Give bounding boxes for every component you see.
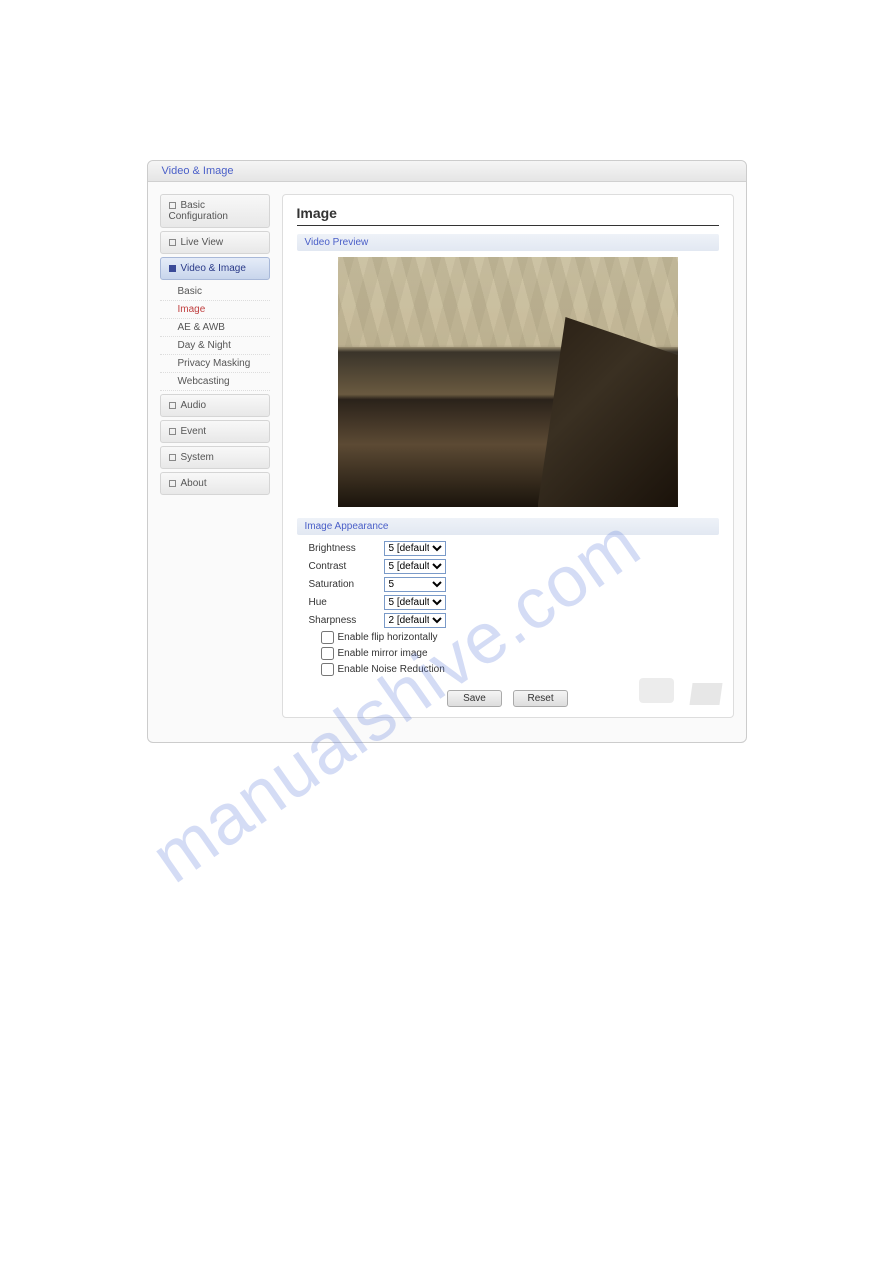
section-video-preview: Video Preview — [297, 234, 719, 251]
sub-item-webcasting[interactable]: Webcasting — [160, 373, 270, 391]
bullet-icon — [169, 265, 176, 272]
select-contrast[interactable]: 5 [default] — [384, 559, 446, 574]
sidebar-item-live-view[interactable]: Live View — [160, 231, 270, 254]
bullet-icon — [169, 239, 176, 246]
check-flip[interactable] — [321, 631, 334, 644]
bullet-icon — [169, 428, 176, 435]
sub-item-basic[interactable]: Basic — [160, 283, 270, 301]
save-button[interactable]: Save — [447, 690, 502, 707]
label-sharpness: Sharpness — [309, 615, 384, 626]
preview-container — [297, 257, 719, 510]
section-image-appearance: Image Appearance — [297, 518, 719, 535]
sidebar-item-label: About — [181, 478, 207, 489]
label-hue: Hue — [309, 597, 384, 608]
video-preview-image — [338, 257, 678, 507]
layout: Basic Configuration Live View Video & Im… — [148, 182, 746, 730]
sidebar-item-label: Live View — [181, 237, 224, 248]
sidebar-item-label: Basic Configuration — [169, 200, 228, 222]
sidebar-item-about[interactable]: About — [160, 472, 270, 495]
check-noise-label: Enable Noise Reduction — [338, 664, 445, 675]
decorative-graphic — [629, 653, 729, 713]
select-saturation[interactable]: 5 — [384, 577, 446, 592]
select-hue[interactable]: 5 [default] — [384, 595, 446, 610]
sidebar-item-label: Audio — [181, 400, 207, 411]
bullet-icon — [169, 402, 176, 409]
row-sharpness: Sharpness 2 [default] — [309, 613, 719, 628]
sidebar-item-label: Video & Image — [181, 263, 246, 274]
check-mirror-label: Enable mirror image — [338, 648, 428, 659]
sub-item-day-night[interactable]: Day & Night — [160, 337, 270, 355]
sidebar-item-event[interactable]: Event — [160, 420, 270, 443]
check-flip-row: Enable flip horizontally — [321, 631, 719, 644]
bullet-icon — [169, 480, 176, 487]
sub-item-image[interactable]: Image — [160, 301, 270, 319]
sidebar-item-label: Event — [181, 426, 207, 437]
check-mirror[interactable] — [321, 647, 334, 660]
select-brightness[interactable]: 5 [default] — [384, 541, 446, 556]
label-brightness: Brightness — [309, 543, 384, 554]
row-brightness: Brightness 5 [default] — [309, 541, 719, 556]
app-window: Video & Image Basic Configuration Live V… — [147, 160, 747, 743]
title-text: Video & Image — [162, 165, 234, 177]
sidebar-submenu: Basic Image AE & AWB Day & Night Privacy… — [160, 283, 270, 391]
check-flip-label: Enable flip horizontally — [338, 632, 438, 643]
bullet-icon — [169, 202, 176, 209]
sidebar: Basic Configuration Live View Video & Im… — [160, 194, 270, 718]
sub-item-ae-awb[interactable]: AE & AWB — [160, 319, 270, 337]
label-contrast: Contrast — [309, 561, 384, 572]
select-sharpness[interactable]: 2 [default] — [384, 613, 446, 628]
sidebar-item-audio[interactable]: Audio — [160, 394, 270, 417]
content-panel: Image Video Preview Image Appearance Bri… — [282, 194, 734, 718]
sidebar-item-basic-configuration[interactable]: Basic Configuration — [160, 194, 270, 228]
label-saturation: Saturation — [309, 579, 384, 590]
title-bar: Video & Image — [148, 161, 746, 182]
bullet-icon — [169, 454, 176, 461]
sidebar-item-label: System — [181, 452, 214, 463]
row-contrast: Contrast 5 [default] — [309, 559, 719, 574]
reset-button[interactable]: Reset — [513, 690, 568, 707]
sidebar-item-video-image[interactable]: Video & Image — [160, 257, 270, 280]
check-noise[interactable] — [321, 663, 334, 676]
sub-item-privacy-masking[interactable]: Privacy Masking — [160, 355, 270, 373]
sidebar-item-system[interactable]: System — [160, 446, 270, 469]
page-title: Image — [297, 205, 719, 226]
row-saturation: Saturation 5 — [309, 577, 719, 592]
row-hue: Hue 5 [default] — [309, 595, 719, 610]
